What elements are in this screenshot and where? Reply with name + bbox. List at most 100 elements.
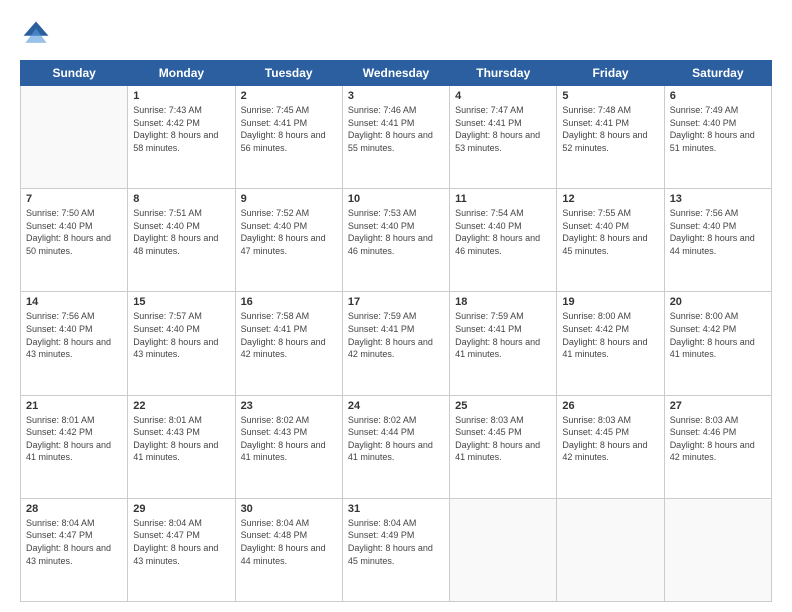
day-number: 26 [562, 400, 658, 412]
col-monday: Monday [128, 61, 235, 86]
day-number: 2 [241, 90, 337, 102]
day-cell: 26Sunrise: 8:03 AM Sunset: 4:45 PM Dayli… [557, 395, 664, 498]
day-cell: 14Sunrise: 7:56 AM Sunset: 4:40 PM Dayli… [21, 292, 128, 395]
day-cell: 18 Sunrise: 7:59 AM Sunset: 4:41 PM Dayli… [450, 292, 557, 395]
col-sunday: Sunday [21, 61, 128, 86]
day-number: 21 [26, 400, 122, 412]
day-info: Sunrise: 8:03 AM Sunset: 4:45 PM Dayligh… [455, 414, 551, 464]
day-cell: 12 Sunrise: 7:55 AM Sunset: 4:40 PM Dayli… [557, 189, 664, 292]
day-number: 16 [241, 296, 337, 308]
day-number: 25 [455, 400, 551, 412]
day-cell: 3 Sunrise: 7:46 AM Sunset: 4:41 PM Daylig… [342, 86, 449, 189]
day-number: 3 [348, 90, 444, 102]
day-cell: 1 Sunrise: 7:43 AM Sunset: 4:42 PM Daylig… [128, 86, 235, 189]
day-info: Sunrise: 7:59 AM Sunset: 4:41 PM Dayligh… [455, 310, 551, 360]
day-number: 30 [241, 503, 337, 515]
week-row-4: 21 Sunrise: 8:01 AM Sunset: 4:42 PM Dayli… [21, 395, 772, 498]
day-number: 11 [455, 193, 551, 205]
day-info: Sunrise: 8:02 AM Sunset: 4:43 PM Dayligh… [241, 414, 337, 464]
logo-icon [20, 18, 52, 50]
day-info: Sunrise: 8:04 AM Sunset: 4:49 PM Dayligh… [348, 517, 444, 567]
page: Sunday Monday Tuesday Wednesday Thursday… [0, 0, 792, 612]
calendar-header: Sunday Monday Tuesday Wednesday Thursday… [21, 61, 772, 86]
day-info: Sunrise: 7:54 AM Sunset: 4:40 PM Dayligh… [455, 207, 551, 257]
day-cell: 5 Sunrise: 7:48 AM Sunset: 4:41 PM Daylig… [557, 86, 664, 189]
day-info: Sunrise: 7:59 AM Sunset: 4:41 PM Dayligh… [348, 310, 444, 360]
day-info: Sunrise: 8:02 AM Sunset: 4:44 PM Dayligh… [348, 414, 444, 464]
day-cell: 17 Sunrise: 7:59 AM Sunset: 4:41 PM Dayli… [342, 292, 449, 395]
day-cell: 23 Sunrise: 8:02 AM Sunset: 4:43 PM Dayli… [235, 395, 342, 498]
day-info: Sunrise: 7:51 AM Sunset: 4:40 PM Dayligh… [133, 207, 229, 257]
day-number: 5 [562, 90, 658, 102]
day-cell: 8 Sunrise: 7:51 AM Sunset: 4:40 PM Daylig… [128, 189, 235, 292]
day-info: Sunrise: 8:01 AM Sunset: 4:42 PM Dayligh… [26, 414, 122, 464]
day-info: Sunrise: 8:00 AM Sunset: 4:42 PM Dayligh… [670, 310, 766, 360]
day-number: 10 [348, 193, 444, 205]
day-cell: 19 Sunrise: 8:00 AM Sunset: 4:42 PM Dayli… [557, 292, 664, 395]
day-info: Sunrise: 7:56 AM Sunset: 4:40 PM Dayligh… [26, 310, 122, 360]
day-number: 12 [562, 193, 658, 205]
day-cell: 30Sunrise: 8:04 AM Sunset: 4:48 PM Dayli… [235, 498, 342, 601]
day-number: 28 [26, 503, 122, 515]
day-info: Sunrise: 7:50 AM Sunset: 4:40 PM Dayligh… [26, 207, 122, 257]
day-cell: 15 Sunrise: 7:57 AM Sunset: 4:40 PM Dayli… [128, 292, 235, 395]
header [20, 18, 772, 50]
day-cell: 7 Sunrise: 7:50 AM Sunset: 4:40 PM Daylig… [21, 189, 128, 292]
day-cell: 13Sunrise: 7:56 AM Sunset: 4:40 PM Dayli… [664, 189, 771, 292]
col-friday: Friday [557, 61, 664, 86]
day-info: Sunrise: 7:48 AM Sunset: 4:41 PM Dayligh… [562, 104, 658, 154]
day-number: 24 [348, 400, 444, 412]
day-cell: 28 Sunrise: 8:04 AM Sunset: 4:47 PM Dayli… [21, 498, 128, 601]
day-number: 4 [455, 90, 551, 102]
day-info: Sunrise: 7:46 AM Sunset: 4:41 PM Dayligh… [348, 104, 444, 154]
day-cell: 10Sunrise: 7:53 AM Sunset: 4:40 PM Dayli… [342, 189, 449, 292]
day-number: 8 [133, 193, 229, 205]
day-info: Sunrise: 7:57 AM Sunset: 4:40 PM Dayligh… [133, 310, 229, 360]
day-cell: 9Sunrise: 7:52 AM Sunset: 4:40 PM Daylig… [235, 189, 342, 292]
col-tuesday: Tuesday [235, 61, 342, 86]
day-info: Sunrise: 7:45 AM Sunset: 4:41 PM Dayligh… [241, 104, 337, 154]
day-number: 15 [133, 296, 229, 308]
week-row-5: 28 Sunrise: 8:04 AM Sunset: 4:47 PM Dayli… [21, 498, 772, 601]
day-info: Sunrise: 7:47 AM Sunset: 4:41 PM Dayligh… [455, 104, 551, 154]
col-thursday: Thursday [450, 61, 557, 86]
logo [20, 18, 56, 50]
day-info: Sunrise: 7:58 AM Sunset: 4:41 PM Dayligh… [241, 310, 337, 360]
day-number: 22 [133, 400, 229, 412]
day-info: Sunrise: 8:01 AM Sunset: 4:43 PM Dayligh… [133, 414, 229, 464]
col-saturday: Saturday [664, 61, 771, 86]
day-info: Sunrise: 7:55 AM Sunset: 4:40 PM Dayligh… [562, 207, 658, 257]
week-row-1: 1 Sunrise: 7:43 AM Sunset: 4:42 PM Daylig… [21, 86, 772, 189]
day-cell: 4 Sunrise: 7:47 AM Sunset: 4:41 PM Daylig… [450, 86, 557, 189]
day-cell: 27 Sunrise: 8:03 AM Sunset: 4:46 PM Dayli… [664, 395, 771, 498]
day-cell: 11 Sunrise: 7:54 AM Sunset: 4:40 PM Dayli… [450, 189, 557, 292]
day-number: 29 [133, 503, 229, 515]
day-cell: 22 Sunrise: 8:01 AM Sunset: 4:43 PM Dayli… [128, 395, 235, 498]
day-number: 7 [26, 193, 122, 205]
day-cell: 20 Sunrise: 8:00 AM Sunset: 4:42 PM Dayli… [664, 292, 771, 395]
day-number: 23 [241, 400, 337, 412]
day-info: Sunrise: 8:00 AM Sunset: 4:42 PM Dayligh… [562, 310, 658, 360]
day-info: Sunrise: 8:03 AM Sunset: 4:46 PM Dayligh… [670, 414, 766, 464]
week-row-2: 7 Sunrise: 7:50 AM Sunset: 4:40 PM Daylig… [21, 189, 772, 292]
calendar-body: 1 Sunrise: 7:43 AM Sunset: 4:42 PM Daylig… [21, 86, 772, 602]
day-cell: 2 Sunrise: 7:45 AM Sunset: 4:41 PM Daylig… [235, 86, 342, 189]
day-number: 19 [562, 296, 658, 308]
day-number: 31 [348, 503, 444, 515]
day-info: Sunrise: 8:04 AM Sunset: 4:47 PM Dayligh… [26, 517, 122, 567]
day-number: 17 [348, 296, 444, 308]
day-cell: 6Sunrise: 7:49 AM Sunset: 4:40 PM Daylig… [664, 86, 771, 189]
day-info: Sunrise: 7:43 AM Sunset: 4:42 PM Dayligh… [133, 104, 229, 154]
day-number: 13 [670, 193, 766, 205]
day-cell: 21 Sunrise: 8:01 AM Sunset: 4:42 PM Dayli… [21, 395, 128, 498]
week-row-3: 14Sunrise: 7:56 AM Sunset: 4:40 PM Dayli… [21, 292, 772, 395]
day-number: 1 [133, 90, 229, 102]
day-info: Sunrise: 7:52 AM Sunset: 4:40 PM Dayligh… [241, 207, 337, 257]
day-number: 18 [455, 296, 551, 308]
calendar-table: Sunday Monday Tuesday Wednesday Thursday… [20, 60, 772, 602]
day-cell [21, 86, 128, 189]
day-cell [557, 498, 664, 601]
day-number: 20 [670, 296, 766, 308]
day-cell: 24 Sunrise: 8:02 AM Sunset: 4:44 PM Dayli… [342, 395, 449, 498]
day-number: 27 [670, 400, 766, 412]
